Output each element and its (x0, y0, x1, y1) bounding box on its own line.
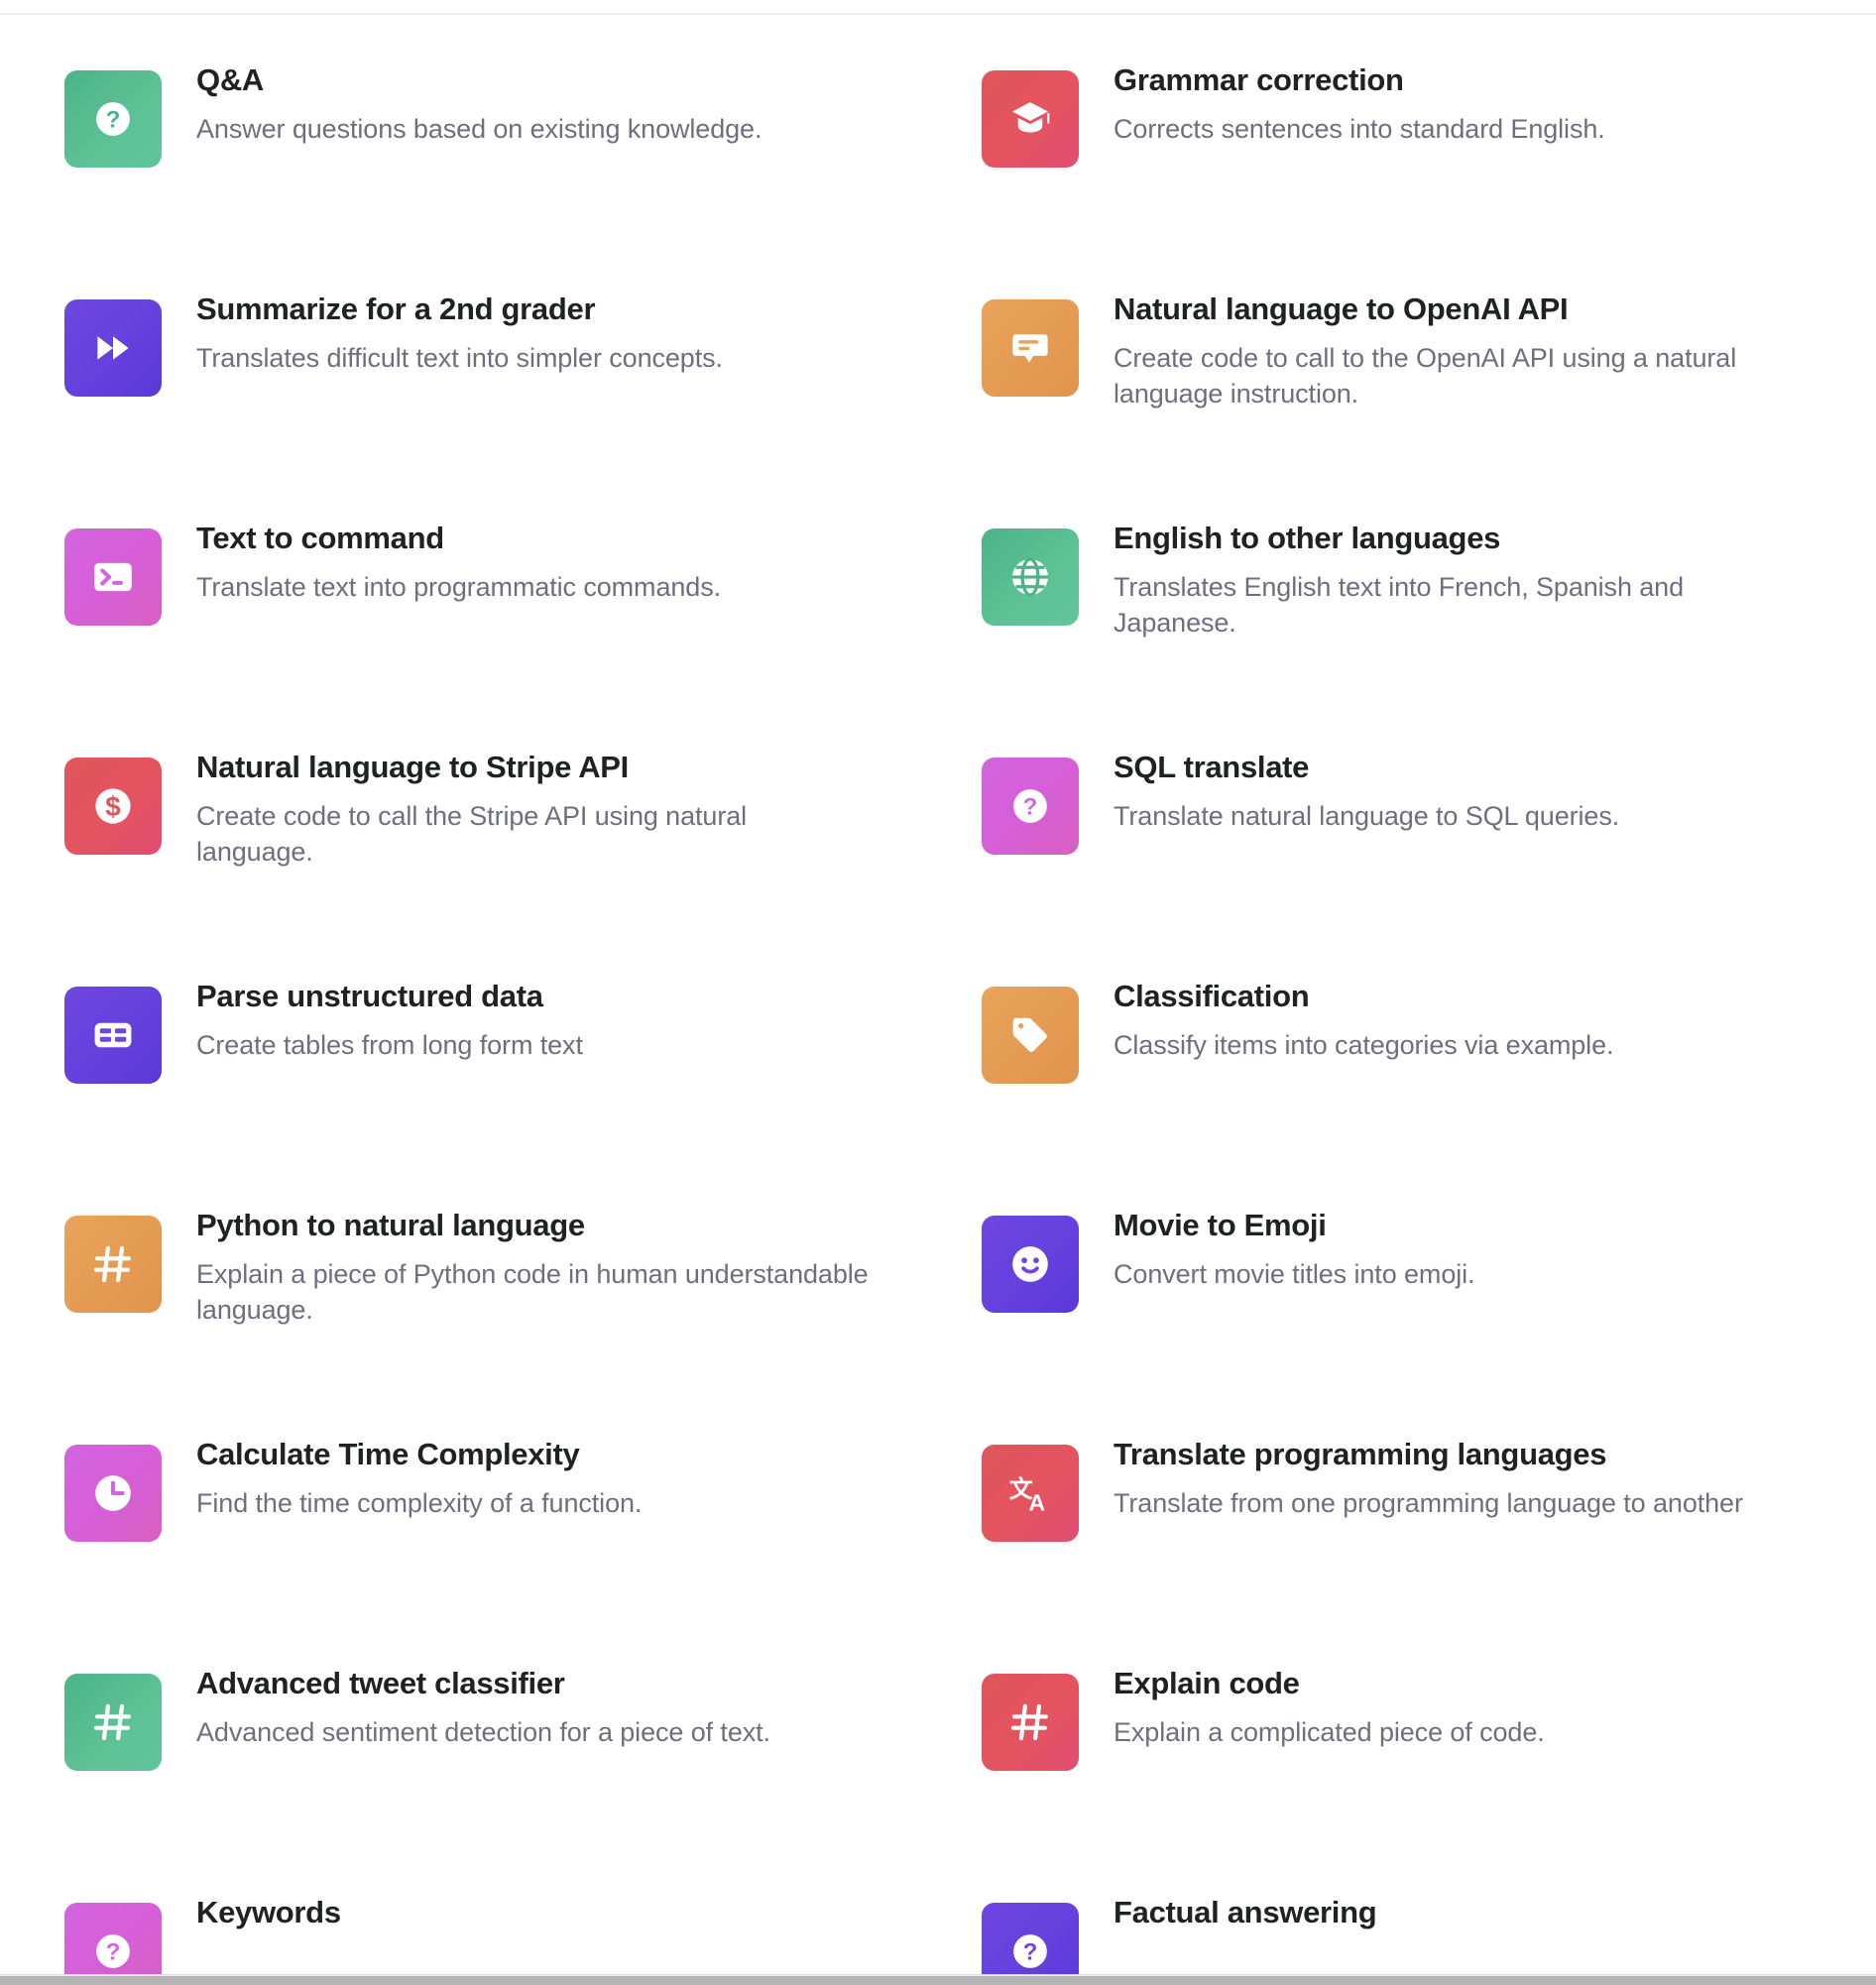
example-card-body: Keywords (196, 1894, 341, 1943)
question-circle-icon: ? (982, 758, 1079, 855)
example-card-description: Corrects sentences into standard English… (1114, 113, 1605, 144)
question-circle-icon: ? (64, 70, 162, 168)
example-card-title: Factual answering (1114, 1895, 1377, 1929)
example-card-title: Natural language to OpenAI API (1114, 292, 1569, 326)
example-card[interactable]: ? Factual answering (917, 1894, 1834, 1975)
hash-icon (64, 1674, 162, 1771)
example-card-title: Movie to Emoji (1114, 1208, 1327, 1242)
example-card-title: Summarize for a 2nd grader (196, 292, 596, 326)
example-card-body: Calculate Time Complexity Find the time c… (196, 1436, 642, 1521)
example-card-body: Movie to Emoji Convert movie titles into … (1114, 1207, 1475, 1292)
example-card-body: English to other languages Translates Eng… (1114, 520, 1788, 642)
example-card-title: Translate programming languages (1114, 1437, 1607, 1471)
example-card[interactable]: Advanced tweet classifier Advanced sentim… (0, 1665, 917, 1894)
example-card-description: Explain a complicated piece of code. (1114, 1716, 1545, 1747)
example-card-body: Factual answering (1114, 1894, 1377, 1943)
example-card-description: Translates English text into French, Spa… (1114, 571, 1685, 639)
example-card[interactable]: ? Keywords (0, 1894, 917, 1975)
example-card[interactable]: Python to natural language Explain a piec… (0, 1207, 917, 1436)
example-card[interactable]: Classification Classify items into catego… (917, 978, 1834, 1207)
example-card[interactable]: Parse unstructured data Create tables fro… (0, 978, 917, 1207)
example-card-description: Classify items into categories via examp… (1114, 1029, 1614, 1060)
example-card-title: SQL translate (1114, 750, 1310, 784)
example-card-description: Advanced sentiment detection for a piece… (196, 1716, 770, 1747)
example-card-title: Python to natural language (196, 1208, 585, 1242)
example-card-body: Explain code Explain a complicated piece … (1114, 1665, 1545, 1750)
example-card-title: Text to command (196, 521, 444, 555)
example-card-description: Translate text into programmatic command… (196, 571, 721, 602)
example-card-title: Grammar correction (1114, 62, 1404, 97)
example-card-body: Text to command Translate text into progr… (196, 520, 721, 605)
example-card[interactable]: ? Q&A Answer questions based on existing k… (0, 61, 917, 291)
example-card-body: SQL translate Translate natural language … (1114, 749, 1619, 834)
example-card-body: Natural language to OpenAI API Create cod… (1114, 291, 1788, 412)
example-card[interactable]: Text to command Translate text into progr… (0, 520, 917, 749)
example-card[interactable]: Grammar correction Corrects sentences int… (917, 61, 1834, 291)
example-card[interactable]: English to other languages Translates Eng… (917, 520, 1834, 749)
smiley-icon (982, 1216, 1079, 1313)
example-card-title: Advanced tweet classifier (196, 1666, 565, 1700)
table-icon (64, 987, 162, 1084)
example-card-title: Q&A (196, 62, 264, 97)
chat-bubble-icon (982, 299, 1079, 397)
example-card-description: Find the time complexity of a function. (196, 1487, 643, 1518)
svg-text:?: ? (1023, 1938, 1038, 1965)
examples-grid: ? Q&A Answer questions based on existing k… (0, 15, 1876, 1975)
hash-icon (982, 1674, 1079, 1771)
example-card-description: Create tables from long form text (196, 1029, 583, 1060)
svg-text:$: $ (105, 791, 121, 822)
example-card-description: Explain a piece of Python code in human … (196, 1258, 869, 1326)
example-card-title: English to other languages (1114, 521, 1501, 555)
tag-icon (982, 987, 1079, 1084)
example-card-body: Classification Classify items into catego… (1114, 978, 1614, 1063)
example-card[interactable]: ? SQL translate Translate natural language… (917, 749, 1834, 978)
question-circle-icon: ? (982, 1903, 1079, 1975)
example-card-description: Translate from one programming language … (1114, 1487, 1743, 1518)
example-card-description: Translates difficult text into simpler c… (196, 342, 723, 373)
example-card[interactable]: Calculate Time Complexity Find the time c… (0, 1436, 917, 1665)
example-card-body: Python to natural language Explain a piec… (196, 1207, 871, 1329)
example-card-description: Answer questions based on existing knowl… (196, 113, 762, 144)
example-card[interactable]: Explain code Explain a complicated piece … (917, 1665, 1834, 1894)
globe-icon (982, 528, 1079, 626)
example-card-description: Translate natural language to SQL querie… (1114, 800, 1620, 831)
example-card[interactable]: Movie to Emoji Convert movie titles into … (917, 1207, 1834, 1436)
horizontal-scrollbar[interactable] (0, 1974, 1876, 1985)
example-card-description: Convert movie titles into emoji. (1114, 1258, 1475, 1289)
terminal-icon (64, 528, 162, 626)
fast-forward-icon (64, 299, 162, 397)
svg-text:A: A (1028, 1489, 1045, 1515)
example-card-body: Advanced tweet classifier Advanced sentim… (196, 1665, 770, 1750)
clock-icon (64, 1445, 162, 1542)
example-card[interactable]: 文 A Translate programming languages Transla… (917, 1436, 1834, 1665)
example-card-description: Create code to call the Stripe API using… (196, 800, 748, 868)
svg-text:?: ? (106, 1938, 121, 1965)
example-card-body: Summarize for a 2nd grader Translates dif… (196, 291, 723, 376)
example-card[interactable]: Natural language to OpenAI API Create cod… (917, 291, 1834, 520)
graduation-cap-icon (982, 70, 1079, 168)
examples-gallery-page: ? Q&A Answer questions based on existing k… (0, 0, 1876, 1985)
example-card-title: Natural language to Stripe API (196, 750, 629, 784)
example-card-body: Parse unstructured data Create tables fro… (196, 978, 583, 1063)
example-card-title: Classification (1114, 979, 1310, 1013)
svg-text:?: ? (1023, 793, 1038, 820)
question-circle-icon: ? (64, 1903, 162, 1975)
example-card-body: Natural language to Stripe API Create cod… (196, 749, 871, 871)
example-card-title: Keywords (196, 1895, 341, 1929)
example-card-body: Translate programming languages Translate… (1114, 1436, 1743, 1521)
horizontal-scrollbar-thumb[interactable] (0, 1976, 1876, 1985)
svg-text:?: ? (106, 106, 121, 133)
translate-icon: 文A (982, 1445, 1079, 1542)
example-card-title: Explain code (1114, 1666, 1300, 1700)
example-card[interactable]: $ Natural language to Stripe API Create co… (0, 749, 917, 978)
examples-scroll-area[interactable]: ? Q&A Answer questions based on existing k… (0, 15, 1876, 1975)
hash-icon (64, 1216, 162, 1313)
example-card-body: Q&A Answer questions based on existing kn… (196, 61, 762, 147)
example-card-body: Grammar correction Corrects sentences int… (1114, 61, 1605, 147)
dollar-circle-icon: $ (64, 758, 162, 855)
example-card[interactable]: Summarize for a 2nd grader Translates dif… (0, 291, 917, 520)
example-card-title: Parse unstructured data (196, 979, 543, 1013)
example-card-title: Calculate Time Complexity (196, 1437, 580, 1471)
example-card-description: Create code to call to the OpenAI API us… (1114, 342, 1737, 409)
